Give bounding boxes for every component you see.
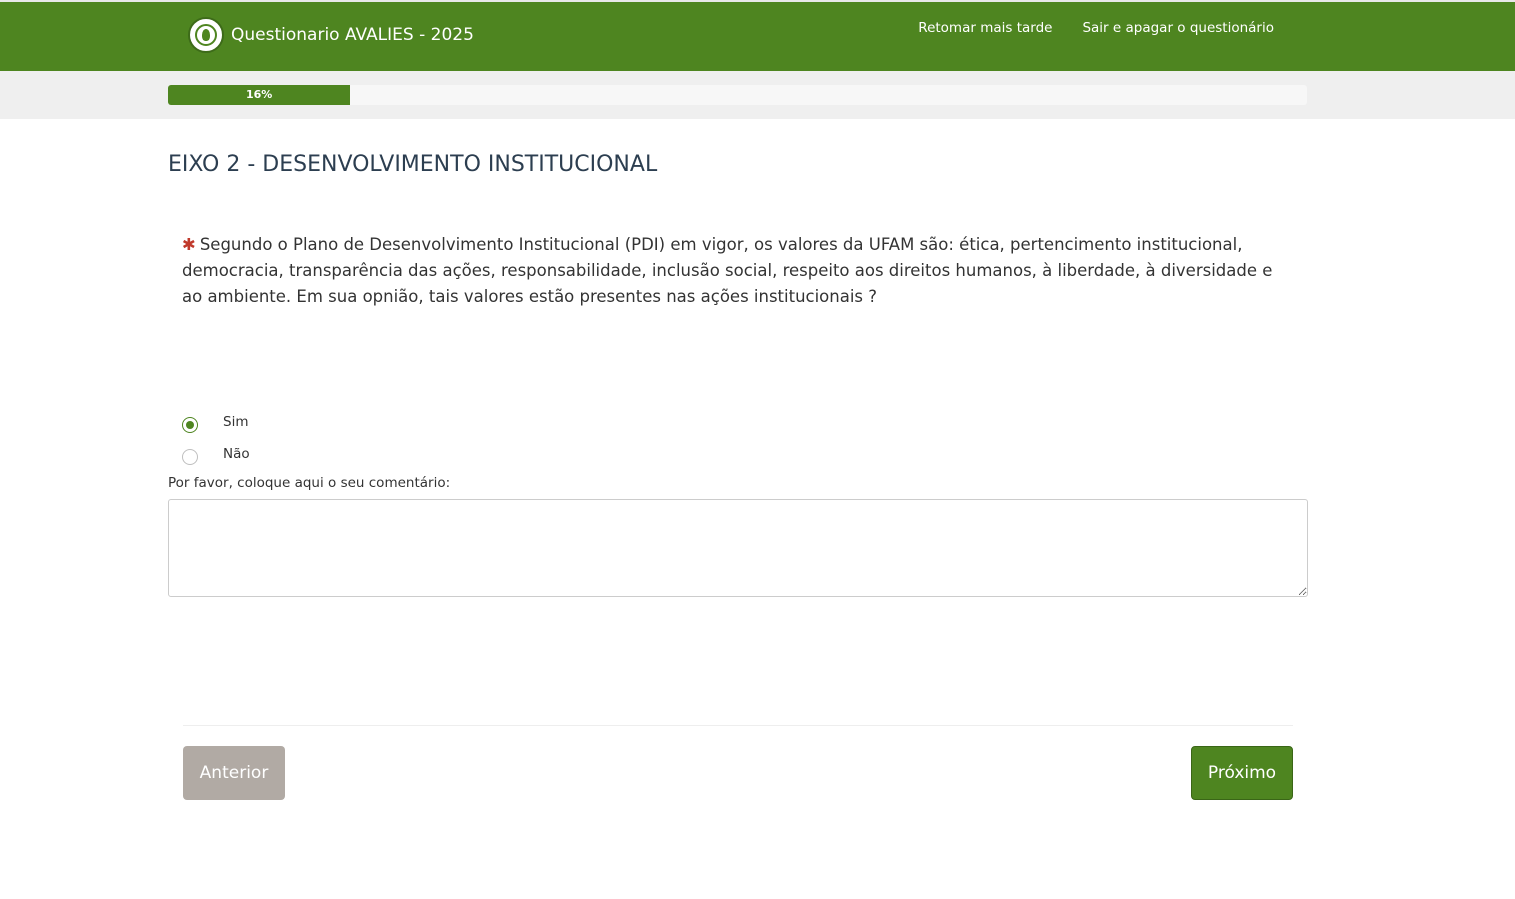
- answer-options: Sim Não: [182, 406, 250, 470]
- exit-and-clear-link[interactable]: Sair e apagar o questionário: [1082, 20, 1274, 36]
- comment-label: Por favor, coloque aqui o seu comentário…: [168, 475, 451, 491]
- next-button[interactable]: Próximo: [1191, 746, 1293, 800]
- top-navbar: Questionario AVALIES - 2025 Retomar mais…: [0, 0, 1515, 71]
- header-links: Retomar mais tarde Sair e apagar o quest…: [888, 20, 1274, 36]
- footer-divider: [183, 725, 1293, 726]
- question-text-block: ✱ Segundo o Plano de Desenvolvimento Inst…: [182, 232, 1282, 310]
- radio-sim[interactable]: [182, 417, 198, 433]
- survey-title: Questionario AVALIES - 2025: [231, 25, 474, 45]
- section-title: EIXO 2 - DESENVOLVIMENTO INSTITUCIONAL: [168, 152, 658, 177]
- question-text: Segundo o Plano de Desenvolvimento Insti…: [182, 235, 1273, 306]
- option-label-sim[interactable]: Sim: [223, 414, 248, 430]
- ufam-logo-icon: [188, 17, 224, 53]
- previous-button[interactable]: Anterior: [183, 746, 285, 800]
- required-asterisk-icon: ✱: [182, 235, 196, 254]
- resume-later-link[interactable]: Retomar mais tarde: [918, 20, 1052, 36]
- comment-textarea[interactable]: [168, 499, 1308, 597]
- progress-bar: 16%: [168, 85, 1307, 105]
- progress-section: 16%: [0, 71, 1515, 119]
- radio-nao[interactable]: [182, 449, 198, 465]
- option-sim[interactable]: Sim: [182, 406, 250, 438]
- option-label-nao[interactable]: Não: [223, 446, 250, 462]
- option-nao[interactable]: Não: [182, 438, 250, 470]
- brand[interactable]: Questionario AVALIES - 2025: [188, 17, 474, 53]
- progress-fill: 16%: [168, 85, 351, 105]
